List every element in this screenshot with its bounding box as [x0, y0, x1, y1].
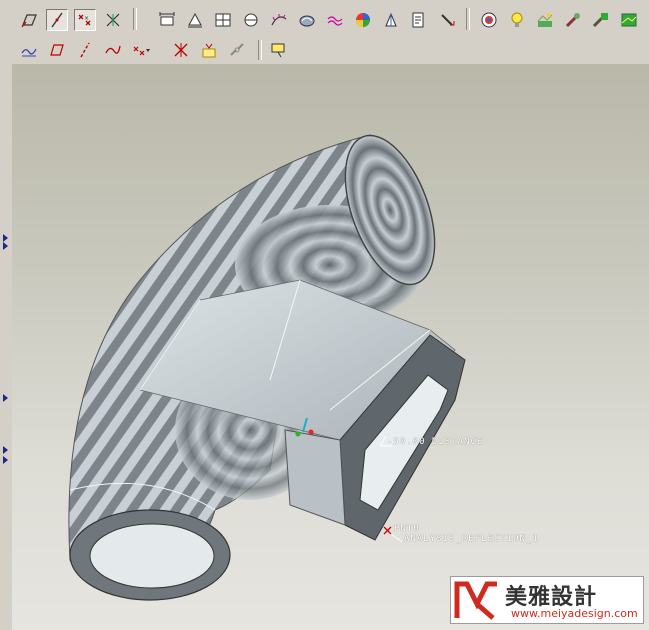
sketch-plane-icon[interactable] — [18, 9, 40, 31]
sketch-toolbar — [0, 36, 649, 65]
curvature-icon[interactable] — [268, 9, 290, 31]
plane-icon[interactable] — [46, 39, 68, 61]
distance-dimension[interactable]: -50.00 DISTANCE — [387, 437, 483, 447]
watermark-logo: 美雅設計 www.meiyadesign.com — [450, 576, 644, 624]
draft-icon[interactable] — [380, 9, 402, 31]
brand-mark-icon — [454, 581, 497, 620]
3d-model-elbow-duct — [68, 134, 466, 601]
graphics-viewport[interactable]: -50.00 DISTANCE PNT0 ANALYSIS_REFLECTION… — [12, 64, 649, 630]
axis-icon[interactable] — [74, 39, 96, 61]
render-settings-icon[interactable] — [590, 9, 612, 31]
expand-arrow-icon[interactable] — [3, 446, 8, 454]
offset-icon[interactable] — [324, 9, 346, 31]
shaded-curvature-icon[interactable] — [352, 9, 374, 31]
line-view-icon[interactable] — [46, 9, 68, 31]
link-icon[interactable] — [226, 39, 248, 61]
appearance-icon[interactable] — [562, 9, 584, 31]
dihedral-icon[interactable] — [408, 9, 430, 31]
analysis-label[interactable]: ANALYSIS_REFLECTION_1 — [404, 534, 539, 544]
light-bulb-icon[interactable] — [506, 9, 528, 31]
expand-arrow-icon[interactable] — [3, 456, 8, 464]
measure-area-icon[interactable] — [184, 9, 206, 31]
expand-arrow-icon[interactable] — [3, 234, 8, 242]
render-preview-icon[interactable] — [618, 9, 640, 31]
csys-icon[interactable] — [102, 9, 124, 31]
scene-icon[interactable] — [534, 9, 556, 31]
expand-arrow-icon[interactable] — [3, 242, 8, 250]
datum-point-label[interactable]: PNT0 — [394, 524, 420, 534]
note-icon[interactable] — [268, 39, 290, 61]
probe-icon[interactable] — [436, 9, 458, 31]
svg-text:×: × — [84, 15, 89, 22]
coordinate-system-icon[interactable] — [170, 39, 192, 61]
measure-distance-icon[interactable] — [156, 9, 178, 31]
curve-icon[interactable] — [102, 39, 124, 61]
expand-arrow-icon[interactable] — [3, 394, 8, 402]
reflection-icon[interactable] — [478, 9, 500, 31]
datum-points-icon[interactable]: × — [74, 9, 96, 31]
graph-icon[interactable] — [18, 39, 40, 61]
top-toolbar: × — [0, 0, 649, 37]
angle-icon[interactable] — [240, 9, 262, 31]
mass-properties-icon[interactable] — [212, 9, 234, 31]
section-icon[interactable] — [296, 9, 318, 31]
watermark-url: www.meiyadesign.com — [511, 607, 638, 620]
point-dropdown-icon[interactable] — [130, 39, 152, 61]
analysis-icon[interactable] — [198, 39, 220, 61]
